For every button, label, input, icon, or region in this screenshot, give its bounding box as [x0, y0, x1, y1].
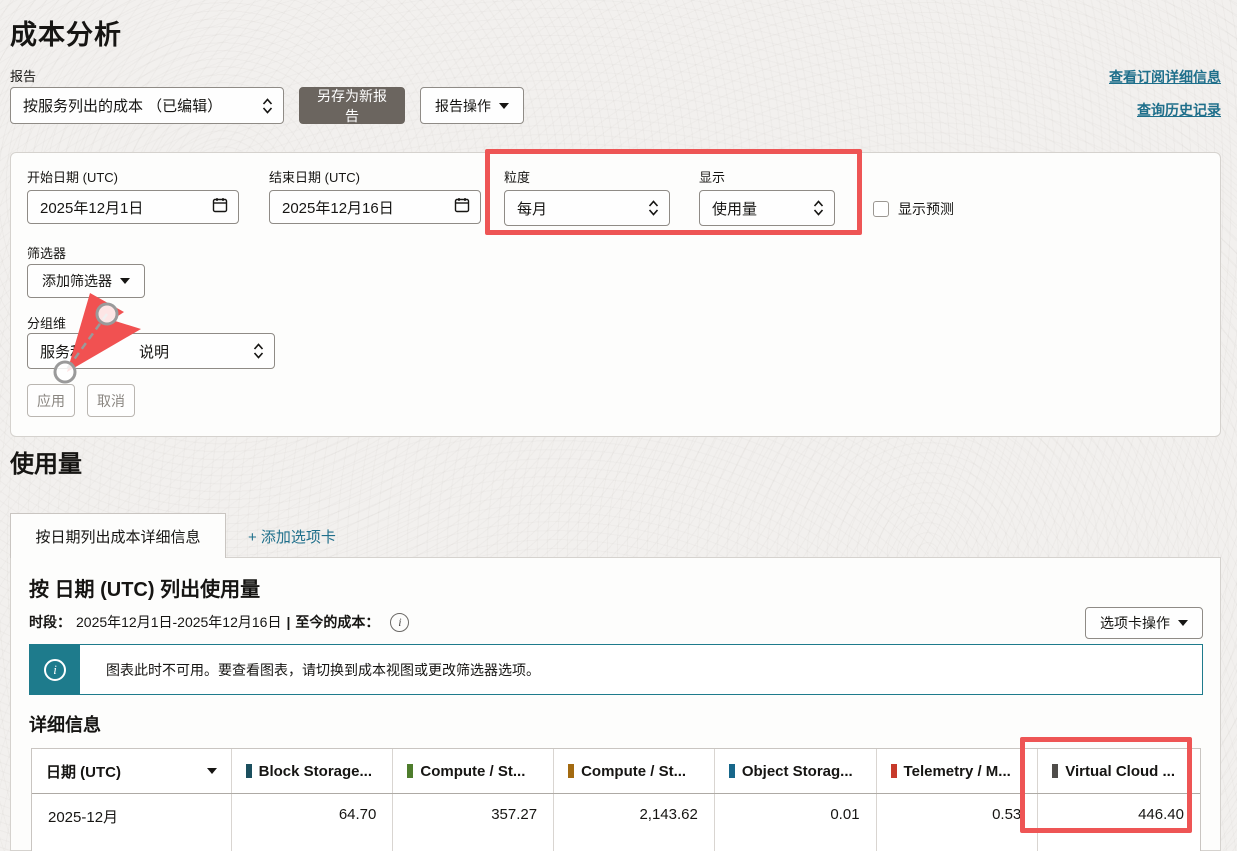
table-row: 2025-12月 64.70 357.27 2,143.62 0.01 0.53…	[32, 794, 1200, 851]
cell-value: 446.40	[1038, 794, 1200, 851]
column-header-label: Telemetry / M...	[904, 763, 1011, 780]
select-updown-icon	[648, 200, 659, 216]
details-heading: 详细信息	[29, 711, 101, 737]
period-value: 2025年12月1日-2025年12月16日	[76, 612, 281, 632]
group-dimension-select[interactable]: 服务和 说明	[27, 333, 275, 369]
column-header-object-storage[interactable]: Object Storag...	[715, 749, 877, 793]
start-date-value: 2025年12月1日	[40, 197, 143, 218]
tab-cost-details-by-date[interactable]: 按日期列出成本详细信息	[10, 513, 226, 558]
report-select[interactable]: 按服务列出的成本 （已编辑）	[10, 87, 284, 124]
cell-date: 2025-12月	[32, 794, 232, 851]
period-meta-line: 时段： 2025年12月1日-2025年12月16日 | 至今的成本： i	[29, 612, 409, 632]
column-header-label: Block Storage...	[259, 763, 372, 780]
select-updown-icon	[262, 98, 273, 114]
column-header-label: Object Storag...	[742, 763, 853, 780]
select-updown-icon	[253, 343, 264, 359]
granularity-value: 每月	[517, 198, 547, 219]
cost-to-date-label: 至今的成本：	[295, 612, 379, 632]
start-date-input[interactable]: 2025年12月1日	[27, 190, 239, 224]
report-select-value: 按服务列出的成本 （已编辑）	[23, 95, 222, 116]
display-value: 使用量	[712, 198, 757, 219]
cancel-button[interactable]: 取消	[87, 384, 135, 417]
query-history-link[interactable]: 查询历史记录	[1137, 100, 1221, 120]
show-forecast-checkbox[interactable]	[873, 201, 889, 217]
report-label: 报告	[10, 66, 36, 85]
banner-text: 图表此时不可用。要查看图表，请切换到成本视图或更改筛选器选项。	[80, 645, 540, 694]
page-title: 成本分析	[10, 13, 122, 52]
cell-value: 0.53	[877, 794, 1039, 851]
granularity-select[interactable]: 每月	[504, 190, 670, 226]
caret-down-icon	[120, 278, 130, 284]
meta-separator: |	[286, 614, 290, 630]
select-updown-icon	[813, 200, 824, 216]
view-subscription-details-link[interactable]: 查看订阅详细信息	[1109, 67, 1221, 87]
series-swatch-icon	[568, 764, 574, 778]
add-filter-button[interactable]: 添加筛选器	[27, 264, 145, 298]
end-date-value: 2025年12月16日	[282, 197, 394, 218]
column-header-compute-2[interactable]: Compute / St...	[554, 749, 715, 793]
usage-heading: 使用量	[10, 444, 82, 479]
cell-value: 357.27	[393, 794, 554, 851]
series-swatch-icon	[246, 764, 252, 778]
report-actions-label: 报告操作	[435, 96, 491, 116]
card-title: 按 日期 (UTC) 列出使用量	[29, 573, 260, 602]
column-header-label: Virtual Cloud ...	[1065, 763, 1175, 780]
apply-button[interactable]: 应用	[27, 384, 75, 417]
calendar-icon	[212, 197, 228, 217]
tab-actions-label: 选项卡操作	[1100, 613, 1170, 633]
column-header-virtual-cloud[interactable]: Virtual Cloud ...	[1038, 749, 1200, 793]
group-dimension-value-gap	[85, 341, 139, 362]
show-forecast-label: 显示预测	[898, 199, 954, 219]
group-dimension-label: 分组维	[27, 313, 66, 332]
usage-content-panel: 按 日期 (UTC) 列出使用量 时段： 2025年12月1日-2025年12月…	[10, 557, 1221, 851]
group-dimension-value-part1: 服务和	[40, 341, 85, 362]
cell-value: 64.70	[232, 794, 394, 851]
series-swatch-icon	[407, 764, 413, 778]
cell-value: 0.01	[715, 794, 877, 851]
end-date-label: 结束日期 (UTC)	[269, 167, 360, 186]
filter-panel: 开始日期 (UTC) 2025年12月1日 结束日期 (UTC) 2025年12…	[10, 152, 1221, 437]
info-icon[interactable]: i	[390, 613, 409, 632]
table-header-row: 日期 (UTC) Block Storage... Compute / St..…	[32, 749, 1200, 794]
series-swatch-icon	[729, 764, 735, 778]
caret-down-icon	[499, 103, 509, 109]
end-date-input[interactable]: 2025年12月16日	[269, 190, 481, 224]
display-select[interactable]: 使用量	[699, 190, 835, 226]
info-icon: i	[44, 659, 66, 681]
details-table: 日期 (UTC) Block Storage... Compute / St..…	[31, 748, 1201, 851]
cell-value: 2,143.62	[554, 794, 715, 851]
column-header-label: Compute / St...	[581, 763, 686, 780]
column-header-compute-1[interactable]: Compute / St...	[393, 749, 554, 793]
tab-actions-button[interactable]: 选项卡操作	[1085, 607, 1203, 639]
caret-down-icon	[1178, 620, 1188, 626]
period-label: 时段：	[29, 612, 71, 632]
column-header-block-storage[interactable]: Block Storage...	[232, 749, 394, 793]
group-dimension-value-part2: 说明	[139, 341, 169, 362]
report-actions-button[interactable]: 报告操作	[420, 87, 524, 124]
group-dimension-value: 服务和 说明	[40, 341, 169, 362]
column-header-telemetry[interactable]: Telemetry / M...	[877, 749, 1039, 793]
column-header-label: Compute / St...	[420, 763, 525, 780]
banner-icon-block: i	[30, 645, 80, 694]
start-date-label: 开始日期 (UTC)	[27, 167, 118, 186]
filters-label: 筛选器	[27, 243, 66, 262]
column-header-date-label: 日期 (UTC)	[46, 761, 121, 782]
series-swatch-icon	[891, 764, 897, 778]
calendar-icon	[454, 197, 470, 217]
display-label: 显示	[699, 167, 725, 186]
chart-unavailable-banner: i 图表此时不可用。要查看图表，请切换到成本视图或更改筛选器选项。	[29, 644, 1203, 695]
series-swatch-icon	[1052, 764, 1058, 778]
granularity-label: 粒度	[504, 167, 530, 186]
add-tab-button[interactable]: + 添加选项卡	[248, 526, 336, 547]
add-filter-label: 添加筛选器	[42, 271, 112, 291]
save-as-new-report-button[interactable]: 另存为新报告	[299, 87, 405, 124]
column-sort-caret-icon[interactable]	[207, 768, 217, 774]
column-header-date[interactable]: 日期 (UTC)	[32, 749, 232, 793]
show-forecast-field: 显示预测	[873, 199, 954, 219]
